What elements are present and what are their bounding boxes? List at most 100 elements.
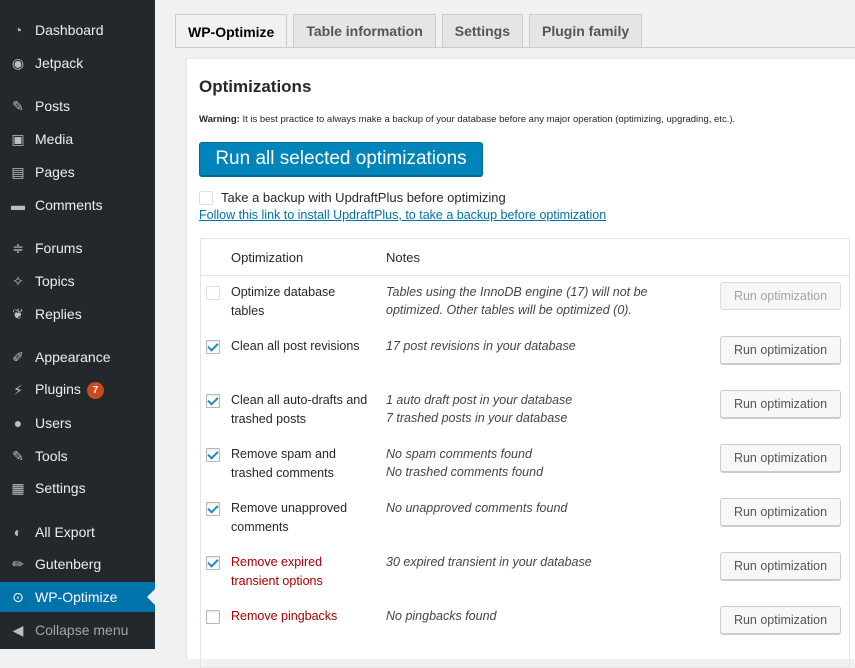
warning-text: It is best practice to always make a bac… <box>239 114 736 125</box>
sidebar-item-tools[interactable]: ✎ Tools <box>0 441 155 471</box>
run-optimization-button[interactable]: Run optimization <box>720 606 841 634</box>
sidebar-item-collapse-menu[interactable]: ◀ Collapse menu <box>0 615 155 645</box>
collapse-icon: ◀ <box>12 621 24 638</box>
column-header-notes: Notes <box>386 250 420 265</box>
optimization-notes: No spam comments found No trashed comment… <box>386 445 686 481</box>
comments-icon: ▬ <box>11 197 25 213</box>
note-line: 1 auto draft post in your database <box>386 393 573 407</box>
sidebar-item-label: Dashboard <box>35 22 104 38</box>
sidebar-item-appearance[interactable]: ✐ Appearance <box>0 342 155 372</box>
sidebar-item-all-export[interactable]: ◐ All Export <box>0 517 155 547</box>
optimizations-table: Optimization Notes Optimize database tab… <box>200 238 850 668</box>
sidebar-item-wp-optimize[interactable]: ⊙ WP-Optimize <box>0 582 155 612</box>
users-icon: ● <box>13 415 23 431</box>
sidebar-item-users[interactable]: ● Users <box>0 408 155 438</box>
optimization-checkbox[interactable] <box>206 502 220 516</box>
sidebar-item-gutenberg[interactable]: ✏ Gutenberg <box>0 549 155 579</box>
sidebar-item-label: Pages <box>35 164 75 180</box>
export-icon: ◐ <box>13 524 23 540</box>
tools-icon: ✎ <box>12 447 24 464</box>
optimization-checkbox[interactable] <box>206 286 220 300</box>
settings-icon: ▦ <box>11 479 25 496</box>
optimization-notes: 30 expired transient in your database <box>386 553 686 571</box>
table-row: Remove pingbacks No pingbacks found Run op… <box>201 599 849 653</box>
sidebar-item-label: Jetpack <box>35 55 84 71</box>
note-line: 17 post revisions in your database <box>386 339 576 353</box>
run-optimization-button[interactable]: Run optimization <box>720 444 841 472</box>
optimization-name: Clean all post revisions <box>231 339 360 353</box>
optimization-notes: No unapproved comments found <box>386 499 686 517</box>
nav-tabs: WP-Optimize Table information Settings Plug… <box>175 14 648 48</box>
sidebar-item-plugins[interactable]: ⚡ Plugins 7 <box>0 375 155 405</box>
sidebar-item-label: Tools <box>35 448 68 464</box>
run-optimization-button[interactable]: Run optimization <box>720 282 841 310</box>
optimization-checkbox[interactable] <box>206 610 220 624</box>
run-all-optimizations-button[interactable]: Run all selected optimizations <box>199 142 483 176</box>
backup-option: Take a backup with UpdraftPlus before op… <box>199 190 506 205</box>
note-line: No spam comments found <box>386 447 532 461</box>
sidebar-item-topics[interactable]: ✧ Topics <box>0 266 155 296</box>
tab-plugin-family[interactable]: Plugin family <box>529 14 643 47</box>
run-optimization-button[interactable]: Run optimization <box>720 336 841 364</box>
note-line: No trashed comments found <box>386 465 544 479</box>
optimization-checkbox[interactable] <box>206 340 220 354</box>
update-count-badge: 7 <box>86 382 104 399</box>
sidebar-item-jetpack[interactable]: ◉ Jetpack <box>0 48 155 78</box>
column-header-optimization: Optimization <box>231 250 304 265</box>
optimization-notes: 17 post revisions in your database <box>386 337 686 355</box>
sidebar-item-label: Comments <box>35 197 103 213</box>
tab-table-information[interactable]: Table information <box>293 14 436 47</box>
note-line: Tables using the InnoDB engine (17) will… <box>386 285 648 317</box>
sidebar-item-label: Media <box>35 131 74 147</box>
tab-wp-optimize[interactable]: WP-Optimize <box>175 14 288 48</box>
run-optimization-button[interactable]: Run optimization <box>720 498 841 526</box>
sidebar-item-label: Users <box>35 415 72 431</box>
sidebar-item-label: Collapse menu <box>35 622 129 638</box>
sidebar-item-posts[interactable]: ✎ Posts <box>0 91 155 121</box>
plugins-icon: ⚡ <box>13 381 23 398</box>
jetpack-icon: ◉ <box>11 54 25 71</box>
forums-icon: ≑ <box>12 239 24 256</box>
admin-sidebar: ◔ Dashboard ◉ Jetpack ✎ Posts ▣ Media ▤ Pages ▬ Com… <box>0 0 155 649</box>
optimization-notes: 1 auto draft post in your database 7 tras… <box>386 391 686 427</box>
backup-checkbox[interactable] <box>199 190 213 205</box>
install-updraftplus-link[interactable]: Follow this link to install UpdraftPlus,… <box>199 208 606 222</box>
sidebar-item-settings[interactable]: ▦ Settings <box>0 473 155 503</box>
table-row: Remove expired transient options 30 expir… <box>201 545 849 599</box>
optimization-checkbox[interactable] <box>206 556 220 570</box>
sidebar-item-label: Forums <box>35 240 83 256</box>
optimization-name: Remove unapproved comments <box>231 501 348 534</box>
optimization-checkbox[interactable] <box>206 448 220 462</box>
optimization-checkbox[interactable] <box>206 394 220 408</box>
sidebar-item-dashboard[interactable]: ◔ Dashboard <box>0 15 155 45</box>
sidebar-item-label: Posts <box>35 98 71 114</box>
sidebar-item-label: All Export <box>35 524 95 540</box>
sidebar-item-label: Plugins 7 <box>35 381 104 399</box>
optimization-name: Clean all auto-drafts and trashed posts <box>231 393 368 426</box>
sidebar-item-comments[interactable]: ▬ Comments <box>0 190 155 220</box>
table-row: Clean all post revisions 17 post revision… <box>201 329 849 383</box>
optimization-name: Remove pingbacks <box>231 609 338 623</box>
appearance-icon: ✐ <box>12 348 24 365</box>
sidebar-item-label: Gutenberg <box>35 556 102 572</box>
table-row: Clean all auto-drafts and trashed posts 1… <box>201 383 849 437</box>
warning-label: Warning: <box>199 114 240 125</box>
table-row: Remove unapproved comments No unapproved … <box>201 491 849 545</box>
run-optimization-button[interactable]: Run optimization <box>720 390 841 418</box>
optimization-name: Remove spam and trashed comments <box>231 447 336 480</box>
run-optimization-button[interactable]: Run optimization <box>720 552 841 580</box>
sidebar-item-label: Topics <box>35 273 75 289</box>
sidebar-item-media[interactable]: ▣ Media <box>0 124 155 154</box>
sidebar-item-forums[interactable]: ≑ Forums <box>0 233 155 263</box>
sidebar-item-label: WP-Optimize <box>35 589 118 605</box>
tab-divider <box>175 47 855 48</box>
sidebar-item-replies[interactable]: ❦ Replies <box>0 299 155 329</box>
note-line: 30 expired transient in your database <box>386 555 592 569</box>
replies-icon: ❦ <box>12 305 24 322</box>
optimizations-panel: Optimizations Warning: It is best practi… <box>186 58 855 668</box>
sidebar-item-label: Settings <box>35 480 86 496</box>
optimization-name: Remove expired transient options <box>231 555 323 588</box>
tab-settings[interactable]: Settings <box>441 14 523 47</box>
optimization-name: Optimize database tables <box>231 285 336 318</box>
sidebar-item-pages[interactable]: ▤ Pages <box>0 157 155 187</box>
